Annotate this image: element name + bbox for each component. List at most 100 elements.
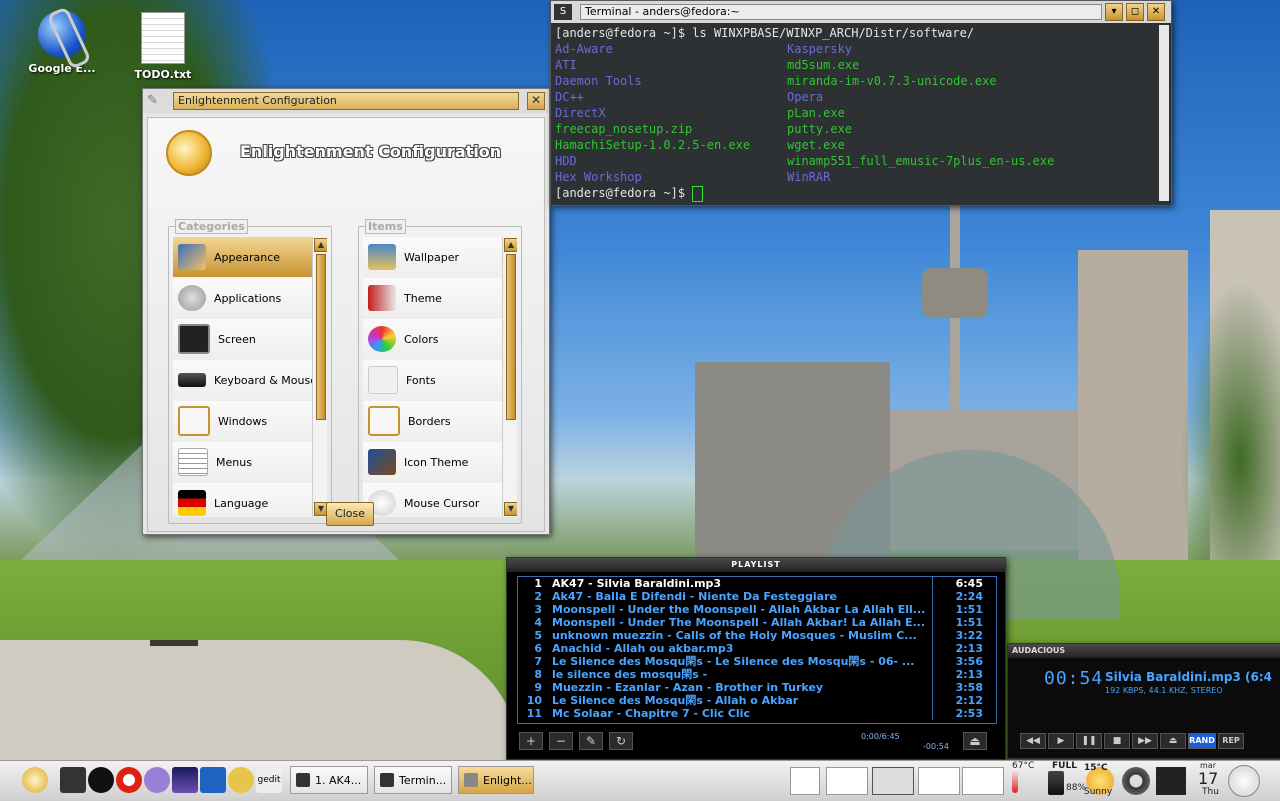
gedit-launcher-icon[interactable]: gedit — [256, 767, 282, 793]
next-icon[interactable]: ▶▶ — [1132, 733, 1158, 749]
category-screen[interactable]: Screen — [173, 319, 327, 360]
item-mouse-cursor[interactable]: Mouse Cursor — [363, 483, 517, 517]
list-menu-icon[interactable]: ⏏ — [963, 732, 987, 750]
terminal-file-entry: HDD — [555, 154, 577, 168]
close-button[interactable]: Close — [326, 502, 374, 526]
item-wallpaper[interactable]: Wallpaper — [363, 237, 517, 278]
item-icon-theme[interactable]: Icon Theme — [363, 442, 517, 483]
category-menus[interactable]: Menus — [173, 442, 327, 483]
category-appearance[interactable]: Appearance — [173, 237, 327, 278]
item-borders[interactable]: Borders — [363, 401, 517, 442]
terminal-scrollbar[interactable] — [1159, 25, 1169, 201]
desktop-icon-google-earth[interactable]: Google E... — [22, 10, 102, 75]
item-colors[interactable]: Colors — [363, 319, 517, 360]
window-title[interactable]: Enlightenment Configuration — [173, 92, 519, 110]
terminal-listing-row: Daemon Tools miranda-im-v0.7.3-unicode.ex… — [555, 73, 1153, 89]
select-icon[interactable]: ✎ — [579, 732, 603, 750]
categories-scrollbar[interactable]: ▲ ▼ — [312, 237, 327, 517]
playlist-row[interactable]: 11 Mc Solaar - Chapitre 7 - Clic Clic 2:53 — [518, 707, 996, 720]
task-enlightenment[interactable]: Enlight... — [458, 766, 534, 794]
terminal-launcher-icon[interactable] — [60, 767, 86, 793]
opera-launcher-icon[interactable] — [116, 767, 142, 793]
terminal-file-entry: DC++ — [555, 90, 584, 104]
playlist-header[interactable]: PLAYLIST — [507, 558, 1005, 572]
playlist-track-title: Le Silence des Mosqu閑s - Allah o Akbar — [552, 694, 799, 707]
gnome-launcher-icon[interactable] — [228, 767, 254, 793]
config-heading: Enlightenment Configuration — [240, 142, 502, 161]
random-button[interactable]: RAND — [1188, 733, 1216, 749]
scroll-up-icon[interactable]: ▲ — [504, 238, 517, 252]
calendar-weekday: Thu — [1202, 787, 1219, 797]
playlist-row[interactable]: 9 Muezzin - Ezanlar - Azan - Brother in T… — [518, 681, 996, 694]
monitor-launcher-icon[interactable] — [200, 767, 226, 793]
terminal-listing-row: Hex Workshop WinRAR — [555, 169, 1153, 185]
previous-icon[interactable]: ◀◀ — [1020, 733, 1046, 749]
item-label: Wallpaper — [404, 250, 460, 264]
playlist-row[interactable]: 4 Moonspell - Under The Moonspell - Allah… — [518, 616, 996, 629]
pidgin-launcher-icon[interactable] — [144, 767, 170, 793]
playlist-row[interactable]: 3 Moonspell - Under the Moonspell - Allah… — [518, 603, 996, 616]
playlist-row[interactable]: 8 le silence des mosqu閑s - 2:13 — [518, 668, 996, 681]
playlist-row[interactable]: 1 AK47 - Silvia Baraldini.mp3 6:45 — [518, 577, 996, 590]
remove-icon[interactable]: − — [549, 732, 573, 750]
category-windows[interactable]: Windows — [173, 401, 327, 442]
task-audacious[interactable]: 1. AK4... — [290, 766, 368, 794]
pause-icon[interactable]: ❚❚ — [1076, 733, 1102, 749]
playlist-row[interactable]: 10 Le Silence des Mosqu閑s - Allah o Akbar… — [518, 694, 996, 707]
play-icon[interactable]: ▶ — [1048, 733, 1074, 749]
pager-desk-2[interactable] — [872, 767, 914, 795]
misc-icon[interactable]: ↻ — [609, 732, 633, 750]
pager-desk-1[interactable] — [826, 767, 868, 795]
scroll-down-icon[interactable]: ▼ — [504, 502, 517, 516]
desktop-icon-todo[interactable]: TODO.txt — [123, 12, 203, 81]
night-launcher-icon[interactable] — [172, 767, 198, 793]
window-title[interactable]: Terminal - anders@fedora:~ — [580, 4, 1102, 20]
playlist-track-duration: 3:58 — [932, 681, 987, 694]
pager-desk-4[interactable] — [962, 767, 1004, 795]
close-icon[interactable]: ✕ — [1147, 3, 1165, 21]
task-terminal[interactable]: Termin... — [374, 766, 452, 794]
item-theme[interactable]: Theme — [363, 278, 517, 319]
terminal-file-entry: Ad-Aware — [555, 42, 613, 56]
eject-icon[interactable]: ⏏ — [1160, 733, 1186, 749]
category-label: Screen — [218, 332, 256, 346]
terminal-listing-row: freecap_nosetup.zip putty.exe — [555, 121, 1153, 137]
config-titlebar[interactable]: ✎ Enlightenment Configuration ✕ — [143, 89, 549, 113]
playlist-row[interactable]: 5 unknown muezzin - Calls of the Holy Mos… — [518, 629, 996, 642]
category-keyboard-mouse[interactable]: Keyboard & Mouse — [173, 360, 327, 401]
enlightenment-start-icon[interactable] — [22, 767, 48, 793]
items-scrollbar[interactable]: ▲ ▼ — [502, 237, 517, 517]
add-icon[interactable]: + — [519, 732, 543, 750]
weather-temperature: 15°C — [1084, 763, 1108, 773]
maximize-icon[interactable]: ◻ — [1126, 3, 1144, 21]
audacious-timer[interactable]: 00:54 — [1044, 668, 1103, 689]
stop-icon[interactable]: ■ — [1104, 733, 1130, 749]
audacious-launcher-icon[interactable] — [88, 767, 114, 793]
terminal-icon[interactable]: S — [554, 4, 572, 20]
playlist-row[interactable]: 6 Anachid - Allah ou akbar.mp3 2:13 — [518, 642, 996, 655]
pager-toggle[interactable] — [790, 767, 820, 795]
audacious-titlebar[interactable]: AUDACIOUS — [1008, 644, 1280, 658]
item-label: Colors — [404, 332, 439, 346]
scroll-thumb[interactable] — [316, 254, 326, 420]
playlist-row[interactable]: 7 Le Silence des Mosqu閑s - Le Silence des… — [518, 655, 996, 668]
item-label: Icon Theme — [404, 455, 469, 469]
terminal-titlebar[interactable]: S Terminal - anders@fedora:~ ▾ ◻ ✕ — [551, 1, 1171, 23]
terminal-output[interactable]: [anders@fedora ~]$ ls WINXPBASE/WINXP_AR… — [555, 25, 1153, 202]
category-language[interactable]: Language — [173, 483, 327, 517]
playlist-row[interactable]: 2 Ak47 - Balla E Difendi - Niente Da Fest… — [518, 590, 996, 603]
pager-desk-3[interactable] — [918, 767, 960, 795]
minimize-icon[interactable]: ▾ — [1105, 3, 1123, 21]
item-label: Borders — [408, 414, 451, 428]
category-applications[interactable]: Applications — [173, 278, 327, 319]
speaker-icon[interactable] — [1122, 767, 1150, 795]
scroll-up-icon[interactable]: ▲ — [314, 238, 327, 252]
scroll-thumb[interactable] — [506, 254, 516, 420]
item-fonts[interactable]: Fonts — [363, 360, 517, 401]
playlist-track-duration: 2:53 — [932, 707, 987, 720]
clock-icon[interactable] — [1228, 765, 1260, 797]
repeat-button[interactable]: REP — [1218, 733, 1244, 749]
close-icon[interactable]: ✕ — [527, 92, 545, 110]
wrench-icon[interactable]: ✎ — [147, 93, 163, 109]
playlist-track-duration: 2:13 — [932, 642, 987, 655]
